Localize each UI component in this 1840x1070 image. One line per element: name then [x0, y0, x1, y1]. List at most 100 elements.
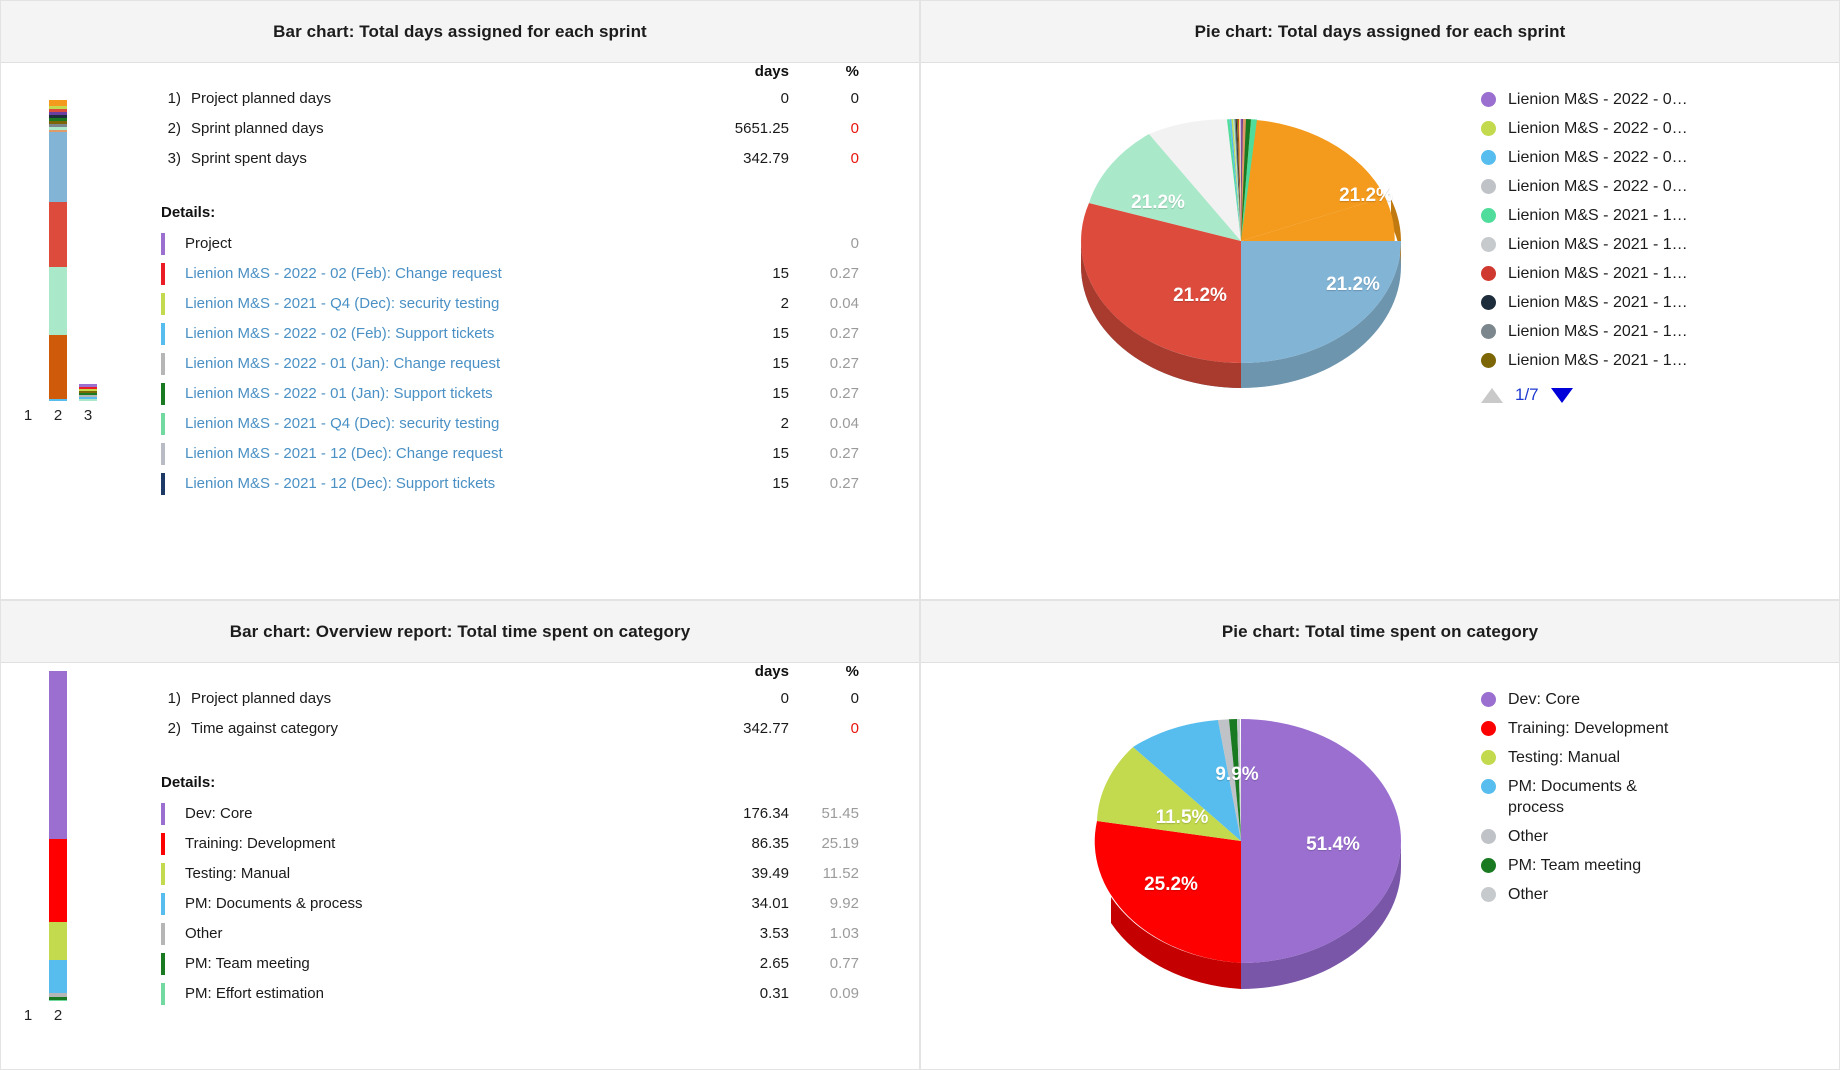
detail-pct: 0.27	[829, 265, 859, 282]
legend-label: Training: Development	[1508, 720, 1669, 737]
bar-column-3[interactable]	[79, 384, 97, 401]
detail-days: 39.49	[751, 865, 789, 882]
page-up-icon[interactable]	[1481, 387, 1503, 403]
list-item[interactable]: Lienion M&S - 2022 - 02 (Feb): Support t…	[161, 319, 859, 349]
list-item[interactable]: PM: Team meeting 2.65 0.77	[161, 949, 859, 979]
list-item[interactable]: PM: Documents & process	[1481, 776, 1668, 818]
axis-tick: 2	[53, 1007, 63, 1024]
color-swatch-icon	[161, 353, 165, 375]
detail-label[interactable]: Lienion M&S - 2022 - 02 (Feb): Change re…	[185, 259, 659, 289]
list-item[interactable]: Testing: Manual	[1481, 747, 1668, 768]
detail-label[interactable]: Lienion M&S - 2021 - 12 (Dec): Support t…	[185, 469, 659, 499]
legend-label: Lienion M&S - 2021 - 1…	[1508, 294, 1688, 311]
list-item[interactable]: Other 3.53 1.03	[161, 919, 859, 949]
detail-pct: 0.09	[829, 985, 859, 1002]
detail-pct: 25.19	[821, 835, 859, 852]
column-header-pct: %	[845, 663, 859, 680]
list-item[interactable]: Dev: Core	[1481, 689, 1668, 710]
list-item[interactable]: Lienion M&S - 2021 - Q4 (Dec): security …	[161, 409, 859, 439]
detail-days: 15	[772, 325, 789, 342]
detail-days: 15	[772, 445, 789, 462]
detail-label[interactable]: Lienion M&S - 2021 - Q4 (Dec): security …	[185, 409, 659, 439]
list-item[interactable]: Lienion M&S - 2021 - 1…	[1481, 350, 1688, 371]
pie-chart-sprint-svg[interactable]	[1071, 91, 1411, 391]
bar-columns	[19, 671, 97, 1001]
pie-slice-label: 51.4%	[1306, 834, 1360, 855]
table-row: 2) Sprint planned days 5651.25 0	[161, 114, 859, 144]
bar-column-2[interactable]	[49, 100, 67, 401]
legend-color-icon	[1481, 92, 1496, 107]
detail-days: 2.65	[759, 955, 789, 972]
table-row: 1) Project planned days 0 0	[161, 84, 859, 114]
list-item[interactable]: Lienion M&S - 2022 - 01 (Jan): Change re…	[161, 349, 859, 379]
detail-label: Testing: Manual	[185, 865, 291, 882]
legend-color-icon	[1481, 750, 1496, 765]
pie-chart-sprint[interactable]: 21.2% 21.2% 21.2% 21.2%	[921, 63, 1481, 599]
detail-label[interactable]: Lienion M&S - 2022 - 01 (Jan): Support t…	[185, 379, 659, 409]
detail-days: 34.01	[751, 895, 789, 912]
legend-color-icon	[1481, 295, 1496, 310]
legend-color-icon	[1481, 266, 1496, 281]
list-item[interactable]: Lienion M&S - 2022 - 0…	[1481, 118, 1688, 139]
list-item[interactable]: PM: Team meeting	[1481, 855, 1668, 876]
list-item[interactable]: PM: Effort estimation 0.31 0.09	[161, 979, 859, 1009]
list-item[interactable]: Lienion M&S - 2021 - 1…	[1481, 292, 1688, 313]
detail-pct: 0.27	[829, 355, 859, 372]
color-swatch-icon	[161, 983, 165, 1005]
stacked-bar-chart-sprint[interactable]: 1 2 3	[19, 71, 97, 599]
stacked-bar-chart-category[interactable]: 1 2	[19, 671, 97, 1069]
list-item[interactable]: Training: Development 86.35 25.19	[161, 829, 859, 859]
color-swatch-icon	[161, 923, 165, 945]
list-item[interactable]: Lienion M&S - 2021 - 12 (Dec): Support t…	[161, 469, 859, 499]
list-item[interactable]: Lienion M&S - 2021 - 1…	[1481, 205, 1688, 226]
detail-pct: 0.04	[829, 295, 859, 312]
list-item[interactable]: Other	[1481, 826, 1668, 847]
list-item[interactable]: Lienion M&S - 2022 - 0…	[1481, 176, 1688, 197]
detail-label[interactable]: Lienion M&S - 2021 - 12 (Dec): Change re…	[185, 439, 659, 469]
legend-color-icon	[1481, 353, 1496, 368]
detail-label: Other	[185, 925, 223, 942]
detail-days: 15	[772, 355, 789, 372]
bar-column-2[interactable]	[49, 671, 67, 1001]
list-item[interactable]: Lienion M&S - 2021 - 12 (Dec): Change re…	[161, 439, 859, 469]
list-item[interactable]: PM: Documents & process 34.01 9.92	[161, 889, 859, 919]
color-swatch-icon	[161, 863, 165, 885]
detail-label[interactable]: Lienion M&S - 2022 - 02 (Feb): Support t…	[185, 319, 659, 349]
list-item[interactable]: Lienion M&S - 2021 - Q4 (Dec): security …	[161, 289, 859, 319]
list-item[interactable]: Other	[1481, 884, 1668, 905]
legend-color-icon	[1481, 324, 1496, 339]
legend-color-icon	[1481, 150, 1496, 165]
list-item[interactable]: Lienion M&S - 2021 - 1…	[1481, 321, 1688, 342]
panel-pie-sprint-header: Pie chart: Total days assigned for each …	[921, 1, 1839, 63]
detail-pct: 0.27	[829, 325, 859, 342]
row-index: 2)	[167, 120, 181, 137]
details-heading: Details:	[161, 204, 216, 221]
list-item[interactable]: Lienion M&S - 2022 - 01 (Jan): Support t…	[161, 379, 859, 409]
page-title: Pie chart: Total time spent on category	[1221, 621, 1539, 641]
legend-color-icon	[1481, 208, 1496, 223]
list-item[interactable]: Lienion M&S - 2022 - 0…	[1481, 89, 1688, 110]
legend-label: Lienion M&S - 2022 - 0…	[1508, 149, 1688, 166]
page-down-icon[interactable]	[1550, 387, 1573, 403]
row-label: Project planned days	[191, 690, 332, 707]
color-swatch-icon	[161, 953, 165, 975]
list-item[interactable]: Project 0	[161, 229, 859, 259]
detail-label[interactable]: Lienion M&S - 2022 - 01 (Jan): Change re…	[185, 349, 659, 379]
panel-pie-category-body: 51.4% 25.2% 11.5% 9.9% Dev: Core Trainin…	[921, 663, 1839, 1069]
row-index: 1)	[167, 90, 181, 107]
pie-chart-category[interactable]: 51.4% 25.2% 11.5% 9.9%	[921, 663, 1481, 1069]
list-item[interactable]: Lienion M&S - 2022 - 0…	[1481, 147, 1688, 168]
list-item[interactable]: Dev: Core 176.34 51.45	[161, 799, 859, 829]
list-item[interactable]: Lienion M&S - 2021 - 1…	[1481, 263, 1688, 284]
detail-label[interactable]: Lienion M&S - 2021 - Q4 (Dec): security …	[185, 289, 659, 319]
row-days: 5651.25	[734, 120, 789, 137]
report-table-sprint: days % 1) Project planned days 0 0 2) Sp…	[161, 63, 859, 499]
list-item[interactable]: Lienion M&S - 2022 - 02 (Feb): Change re…	[161, 259, 859, 289]
list-item[interactable]: Training: Development	[1481, 718, 1668, 739]
list-item[interactable]: Testing: Manual 39.49 11.52	[161, 859, 859, 889]
legend-label: Lienion M&S - 2021 - 1…	[1508, 323, 1688, 340]
list-item[interactable]: Lienion M&S - 2021 - 1…	[1481, 234, 1688, 255]
details-heading: Details:	[161, 774, 216, 791]
color-swatch-icon	[161, 803, 165, 825]
column-header-days: days	[754, 63, 789, 80]
